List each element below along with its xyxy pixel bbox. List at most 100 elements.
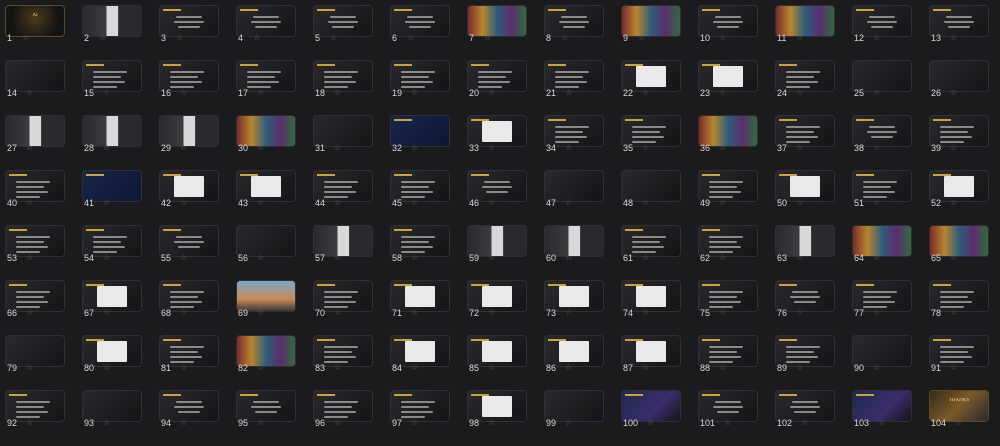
slide-preview[interactable]: THANKS <box>930 391 988 421</box>
slide-preview[interactable] <box>314 116 372 146</box>
slide-preview[interactable] <box>160 171 218 201</box>
slide-thumbnail[interactable]: 14 ☆ <box>0 55 70 98</box>
star-icon[interactable]: ☆ <box>176 33 183 43</box>
slide-thumbnail[interactable]: 33 ☆ <box>462 110 532 153</box>
slide-thumbnail[interactable]: 93 ☆ <box>77 385 147 428</box>
slide-thumbnail[interactable]: 46 ☆ <box>462 165 532 208</box>
slide-preview[interactable] <box>391 171 449 201</box>
slide-thumbnail[interactable]: 66 ☆ <box>0 275 70 318</box>
star-icon[interactable]: ☆ <box>873 88 880 98</box>
slide-preview[interactable] <box>83 336 141 366</box>
star-icon[interactable]: ☆ <box>180 418 187 428</box>
star-icon[interactable]: ☆ <box>955 418 962 428</box>
slide-preview[interactable] <box>83 226 141 256</box>
slide-preview[interactable] <box>699 6 757 36</box>
slide-thumbnail[interactable]: 69 ☆ <box>231 275 301 318</box>
star-icon[interactable]: ☆ <box>950 363 957 373</box>
slide-preview[interactable] <box>699 226 757 256</box>
slide-thumbnail[interactable]: 97 ☆ <box>385 385 455 428</box>
star-icon[interactable]: ☆ <box>565 363 572 373</box>
star-icon[interactable]: ☆ <box>561 33 568 43</box>
slide-preview[interactable] <box>853 336 911 366</box>
slide-thumbnail[interactable]: 18 ☆ <box>308 55 378 98</box>
slide-thumbnail[interactable]: 15 ☆ <box>77 55 147 98</box>
slide-thumbnail[interactable]: 99 ☆ <box>539 385 609 428</box>
star-icon[interactable]: ☆ <box>488 88 495 98</box>
star-icon[interactable]: ☆ <box>26 363 33 373</box>
star-icon[interactable]: ☆ <box>878 418 885 428</box>
slide-thumbnail[interactable]: 29 ☆ <box>154 110 224 153</box>
star-icon[interactable]: ☆ <box>334 418 341 428</box>
slide-thumbnail[interactable]: 3 ☆ <box>154 0 224 43</box>
slide-thumbnail[interactable]: 74 ☆ <box>616 275 686 318</box>
slide-thumbnail[interactable]: 2 ☆ <box>77 0 147 43</box>
slide-preview[interactable] <box>853 391 911 421</box>
slide-preview[interactable] <box>314 336 372 366</box>
star-icon[interactable]: ☆ <box>180 88 187 98</box>
slide-thumbnail[interactable]: 20 ☆ <box>462 55 532 98</box>
star-icon[interactable]: ☆ <box>180 198 187 208</box>
slide-thumbnail[interactable]: 56 ☆ <box>231 220 301 263</box>
slide-preview[interactable] <box>545 226 603 256</box>
slide-thumbnail[interactable]: 82 ☆ <box>231 330 301 373</box>
star-icon[interactable]: ☆ <box>411 308 418 318</box>
slide-thumbnail[interactable]: 6 ☆ <box>385 0 455 43</box>
slide-preview[interactable] <box>622 61 680 91</box>
star-icon[interactable]: ☆ <box>642 88 649 98</box>
star-icon[interactable]: ☆ <box>873 253 880 263</box>
slide-thumbnail[interactable]: 8 ☆ <box>539 0 609 43</box>
slide-thumbnail[interactable]: 42 ☆ <box>154 165 224 208</box>
slide-preview[interactable] <box>468 281 526 311</box>
star-icon[interactable]: ☆ <box>642 253 649 263</box>
slide-preview[interactable] <box>853 281 911 311</box>
slide-preview[interactable] <box>776 61 834 91</box>
slide-thumbnail[interactable]: 71 ☆ <box>385 275 455 318</box>
slide-preview[interactable] <box>6 391 64 421</box>
slide-preview[interactable] <box>776 6 834 36</box>
slide-thumbnail[interactable]: 83 ☆ <box>308 330 378 373</box>
slide-thumbnail[interactable]: 36 ☆ <box>693 110 763 153</box>
slide-thumbnail[interactable]: 60 ☆ <box>539 220 609 263</box>
star-icon[interactable]: ☆ <box>411 198 418 208</box>
slide-preview[interactable] <box>391 116 449 146</box>
slide-preview[interactable] <box>237 391 295 421</box>
slide-thumbnail[interactable]: 39 ☆ <box>924 110 994 153</box>
star-icon[interactable]: ☆ <box>257 198 264 208</box>
slide-preview[interactable] <box>545 6 603 36</box>
slide-preview[interactable] <box>391 6 449 36</box>
slide-preview[interactable] <box>699 281 757 311</box>
slide-preview[interactable] <box>237 171 295 201</box>
slide-preview[interactable] <box>6 171 64 201</box>
star-icon[interactable]: ☆ <box>796 143 803 153</box>
slide-preview[interactable] <box>545 171 603 201</box>
slide-preview[interactable] <box>6 226 64 256</box>
slide-preview[interactable] <box>314 391 372 421</box>
slide-thumbnail[interactable]: 49 ☆ <box>693 165 763 208</box>
slide-preview[interactable] <box>6 116 64 146</box>
slide-thumbnail[interactable]: 50 ☆ <box>770 165 840 208</box>
slide-thumbnail[interactable]: 87 ☆ <box>616 330 686 373</box>
slide-thumbnail[interactable]: 30 ☆ <box>231 110 301 153</box>
slide-thumbnail[interactable]: 47 ☆ <box>539 165 609 208</box>
star-icon[interactable]: ☆ <box>642 308 649 318</box>
star-icon[interactable]: ☆ <box>257 308 264 318</box>
slide-preview[interactable] <box>83 391 141 421</box>
slide-thumbnail[interactable]: 58 ☆ <box>385 220 455 263</box>
slide-preview[interactable]: AI <box>6 6 64 36</box>
star-icon[interactable]: ☆ <box>719 308 726 318</box>
slide-thumbnail[interactable]: 13 ☆ <box>924 0 994 43</box>
slide-preview[interactable] <box>930 226 988 256</box>
slide-thumbnail[interactable]: 91 ☆ <box>924 330 994 373</box>
star-icon[interactable]: ☆ <box>334 88 341 98</box>
slide-thumbnail[interactable]: 67 ☆ <box>77 275 147 318</box>
slide-preview[interactable] <box>622 171 680 201</box>
star-icon[interactable]: ☆ <box>488 253 495 263</box>
star-icon[interactable]: ☆ <box>796 253 803 263</box>
slide-preview[interactable] <box>314 281 372 311</box>
slide-thumbnail[interactable]: 84 ☆ <box>385 330 455 373</box>
star-icon[interactable]: ☆ <box>411 143 418 153</box>
star-icon[interactable]: ☆ <box>565 253 572 263</box>
slide-preview[interactable] <box>699 116 757 146</box>
slide-preview[interactable] <box>468 171 526 201</box>
slide-thumbnail[interactable]: 35 ☆ <box>616 110 686 153</box>
